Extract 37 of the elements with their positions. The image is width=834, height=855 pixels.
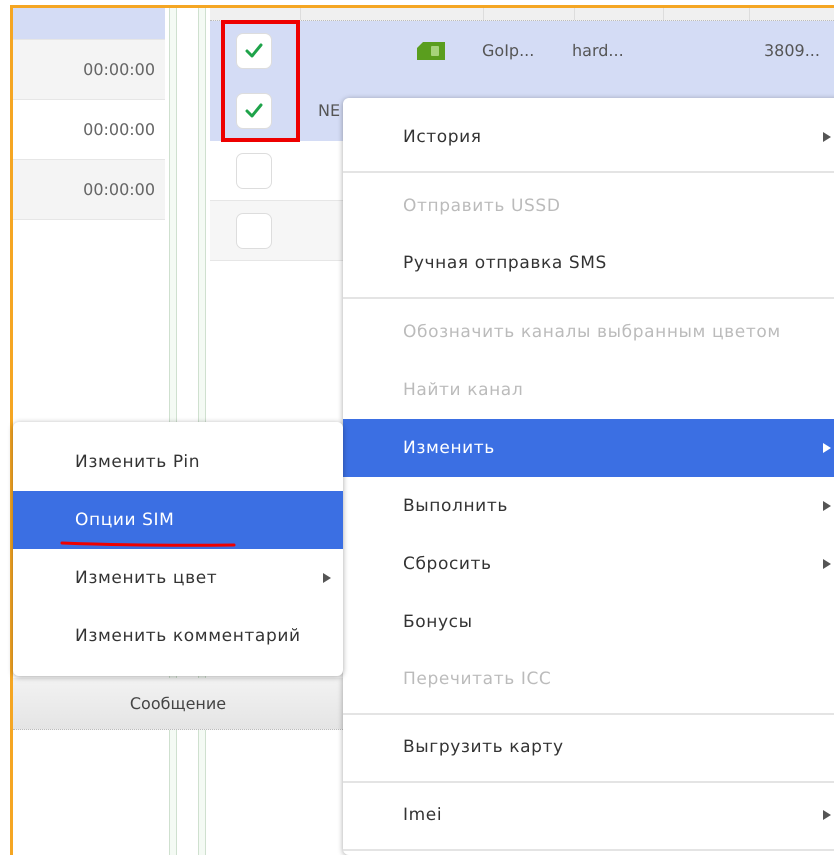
table-cell: NE xyxy=(318,101,340,120)
submenu-arrow-icon xyxy=(323,573,331,583)
checkbox[interactable] xyxy=(236,92,272,128)
time-text: 00:00:00 xyxy=(83,60,155,79)
menu-item[interactable]: Изменить Pin xyxy=(13,433,343,491)
table-row[interactable]: GoIp... hard... 3809... xyxy=(210,21,834,81)
sim-card-icon xyxy=(417,42,445,60)
time-row[interactable]: 00:00:00 xyxy=(13,40,165,100)
time-text: 00:00:00 xyxy=(83,180,155,199)
time-row[interactable]: 00:00:00 xyxy=(13,160,165,220)
check-icon xyxy=(244,40,264,60)
submenu-arrow-icon xyxy=(823,501,831,511)
table-cell: GoIp... xyxy=(482,41,534,60)
menu-item[interactable]: Выполнить xyxy=(343,477,834,535)
submenu-arrow-icon xyxy=(823,810,831,820)
submenu-arrow-icon xyxy=(823,443,831,453)
time-text: 00:00:00 xyxy=(83,120,155,139)
menu-item[interactable]: История xyxy=(343,109,834,173)
check-icon xyxy=(244,100,264,120)
checkbox[interactable] xyxy=(236,212,272,248)
menu-item[interactable]: Изменить комментарий xyxy=(13,607,343,665)
menu-item[interactable]: Выгрузить карту xyxy=(343,719,834,783)
table-cell: hard... xyxy=(572,41,624,60)
menu-item[interactable]: Сбросить xyxy=(343,535,834,593)
menu-item[interactable]: Изменить цвет xyxy=(13,549,343,607)
menu-item[interactable]: Imei xyxy=(343,787,834,851)
submenu-arrow-icon xyxy=(823,559,831,569)
menu-item[interactable]: Изменить xyxy=(343,419,834,477)
checkbox[interactable] xyxy=(236,152,272,188)
submenu-arrow-icon xyxy=(823,132,831,142)
time-row[interactable] xyxy=(13,8,165,40)
checkbox[interactable] xyxy=(236,32,272,68)
menu-item[interactable]: Опции SIM xyxy=(13,491,343,549)
message-tab[interactable]: Сообщение xyxy=(13,678,343,730)
table-cell: 3809... xyxy=(764,41,820,60)
menu-item[interactable]: Ручная отправка SMS xyxy=(343,235,834,299)
menu-item[interactable]: Бонусы xyxy=(343,593,834,651)
